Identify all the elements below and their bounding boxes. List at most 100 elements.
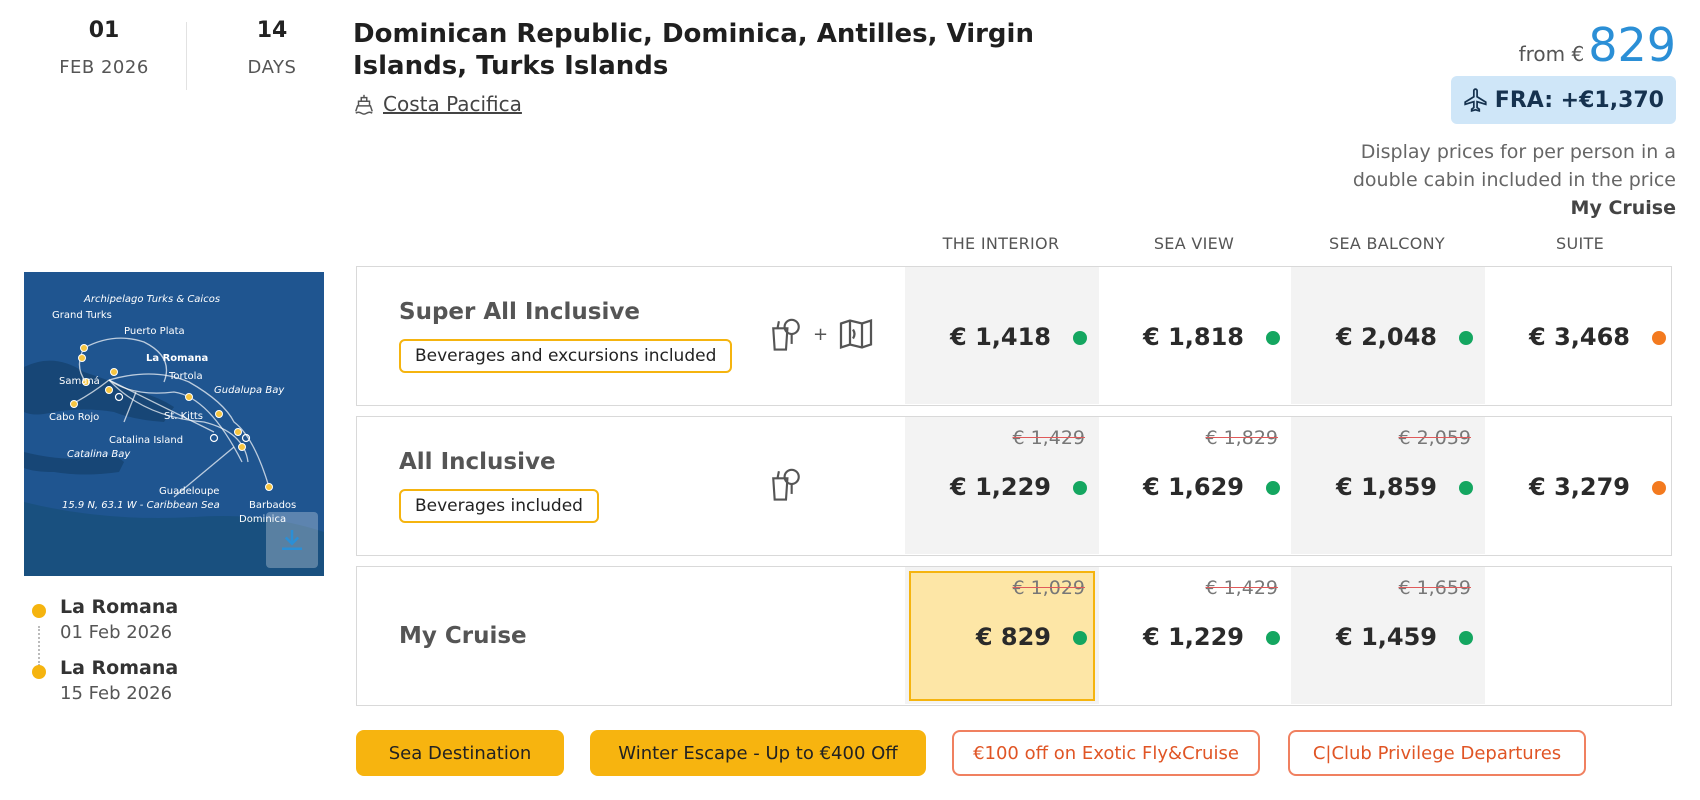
price-note-line1: Display prices for per person in a (1360, 141, 1676, 163)
original-price: € 1,429 (1012, 427, 1085, 449)
map-label: Catalina Island (109, 435, 183, 446)
column-header-sea-view: SEA VIEW (1153, 234, 1235, 253)
original-price: € 1,029 (1012, 577, 1085, 599)
drinks-icon (772, 468, 800, 501)
availability-dot-icon (1073, 331, 1087, 345)
price-cell-selected[interactable]: € 1,029 € 829 (905, 567, 1099, 704)
drinks-icon (772, 318, 800, 351)
original-price: € 1,829 (1205, 427, 1278, 449)
price-note: Display prices for per person in a doubl… (1296, 138, 1676, 222)
map-label: Samaná (59, 375, 100, 387)
duration-unit: DAYS (247, 57, 297, 78)
departure-date: 01 FEB 2026 (44, 18, 164, 78)
price-cell[interactable]: € 1,818 (1098, 267, 1292, 404)
original-price: € 2,059 (1398, 427, 1471, 449)
flight-supplement-text: FRA: +€1,370 (1494, 87, 1664, 113)
column-header-suite: SUITE (1556, 234, 1604, 253)
map-label: La Romana (146, 353, 208, 364)
cruise-title: Dominican Republic, Dominica, Antilles, … (353, 19, 1034, 81)
availability-dot-icon (1266, 481, 1280, 495)
availability-dot-icon (1652, 481, 1666, 495)
from-price: from € 829 (1519, 18, 1676, 72)
map-label: St. Kitts (164, 411, 203, 422)
availability-dot-icon (1073, 631, 1087, 645)
duration-value: 14 (256, 18, 288, 43)
availability-dot-icon (1266, 331, 1280, 345)
promo-exotic-fly-cruise[interactable]: €100 off on Exotic Fly&Cruise (952, 730, 1260, 776)
price-cell[interactable]: € 1,418 (905, 267, 1099, 404)
from-price-label: from € (1518, 42, 1585, 66)
price-cell[interactable]: € 2,059 € 1,859 (1291, 417, 1485, 554)
availability-dot-icon (1073, 481, 1087, 495)
itinerary-map[interactable]: Archipelago Turks & Caicos Grand Turks Pue… (24, 272, 324, 576)
cruise-duration: 14 DAYS (212, 18, 332, 78)
price-cell[interactable]: € 1,829 € 1,629 (1098, 417, 1292, 554)
column-header-sea-balcony: SEA BALCONY (1329, 234, 1445, 253)
cabin-price: € 3,468 (1529, 323, 1630, 351)
departure-day: 01 (88, 18, 120, 43)
map-icon (839, 318, 873, 350)
cabin-price: € 1,818 (1143, 323, 1244, 351)
price-cell[interactable]: € 3,279 (1484, 417, 1678, 554)
stop-port: La Romana (60, 657, 179, 679)
promo-sea-destination[interactable]: Sea Destination (356, 730, 564, 776)
map-label: Grand Turks (52, 310, 112, 321)
map-label: Guadeloupe (159, 486, 219, 497)
fare-tag: Beverages and excursions included (399, 339, 733, 373)
map-label: 15.9 N, 63.1 W - Caribbean Sea (62, 500, 220, 511)
cabin-price: € 829 (975, 623, 1051, 651)
availability-dot-icon (1652, 331, 1666, 345)
fare-row-my-cruise: My Cruise € 1,029 € 829 € 1,429 € 1,229 … (356, 566, 1672, 706)
departure-month-year: FEB 2026 (59, 57, 149, 78)
map-label: Tortola (168, 371, 203, 382)
map-download-button[interactable] (266, 512, 318, 568)
promo-cclub-privilege[interactable]: C|Club Privilege Departures (1288, 730, 1586, 776)
price-cell[interactable]: € 1,429 € 1,229 (905, 417, 1099, 554)
cabin-price: € 1,229 (1143, 623, 1244, 651)
fare-row-all-inclusive: All Inclusive Beverages included € 1,429… (356, 416, 1672, 556)
price-note-fare: My Cruise (1570, 197, 1676, 219)
flight-supplement-badge[interactable]: FRA: +€1,370 (1450, 76, 1676, 124)
cabin-price: € 1,629 (1143, 473, 1244, 501)
cabin-price: € 1,459 (1336, 623, 1437, 651)
stop-date: 15 Feb 2026 (60, 683, 173, 704)
availability-dot-icon (1459, 631, 1473, 645)
fare-row-super-all-inclusive: Super All Inclusive Beverages and excurs… (356, 266, 1672, 406)
download-icon (282, 530, 302, 550)
price-note-line2: double cabin included in the price (1352, 169, 1676, 191)
itinerary-connector (38, 626, 40, 666)
map-label: Puerto Plata (124, 326, 185, 337)
original-price: € 1,429 (1205, 577, 1278, 599)
map-label: Archipelago Turks & Caicos (83, 294, 220, 305)
ship-link[interactable]: Costa Pacifica (353, 92, 522, 116)
fare-tag: Beverages included (399, 489, 599, 523)
stop-dot-icon (32, 604, 46, 618)
ship-name[interactable]: Costa Pacifica (383, 92, 522, 116)
fare-icons (769, 465, 803, 503)
cabin-price: € 1,859 (1336, 473, 1437, 501)
date-divider (186, 22, 187, 90)
promo-winter-escape[interactable]: Winter Escape - Up to €400 Off (590, 730, 926, 776)
stop-dot-icon (32, 665, 46, 679)
price-cell[interactable]: € 3,468 (1484, 267, 1678, 404)
price-cell[interactable]: € 1,429 € 1,229 (1098, 567, 1292, 704)
map-label: Catalina Bay (67, 449, 131, 460)
fare-icons: + (769, 315, 874, 353)
map-label: Cabo Rojo (49, 412, 99, 423)
price-cell[interactable]: € 1,659 € 1,459 (1291, 567, 1485, 704)
availability-dot-icon (1459, 481, 1473, 495)
plane-icon (1464, 88, 1487, 112)
price-cell[interactable]: € 2,048 (1291, 267, 1485, 404)
fare-name: Super All Inclusive (399, 299, 640, 325)
ship-icon (355, 94, 373, 115)
fare-name: All Inclusive (399, 449, 556, 475)
original-price: € 1,659 (1398, 577, 1471, 599)
stop-port: La Romana (60, 596, 179, 618)
price-cell-empty (1484, 567, 1678, 704)
cabin-price: € 2,048 (1336, 323, 1437, 351)
from-price-value: 829 (1588, 18, 1676, 72)
cabin-price: € 1,229 (950, 473, 1051, 501)
plus-sign: + (813, 323, 829, 345)
cabin-price: € 1,418 (950, 323, 1051, 351)
cabin-price: € 3,279 (1529, 473, 1630, 501)
